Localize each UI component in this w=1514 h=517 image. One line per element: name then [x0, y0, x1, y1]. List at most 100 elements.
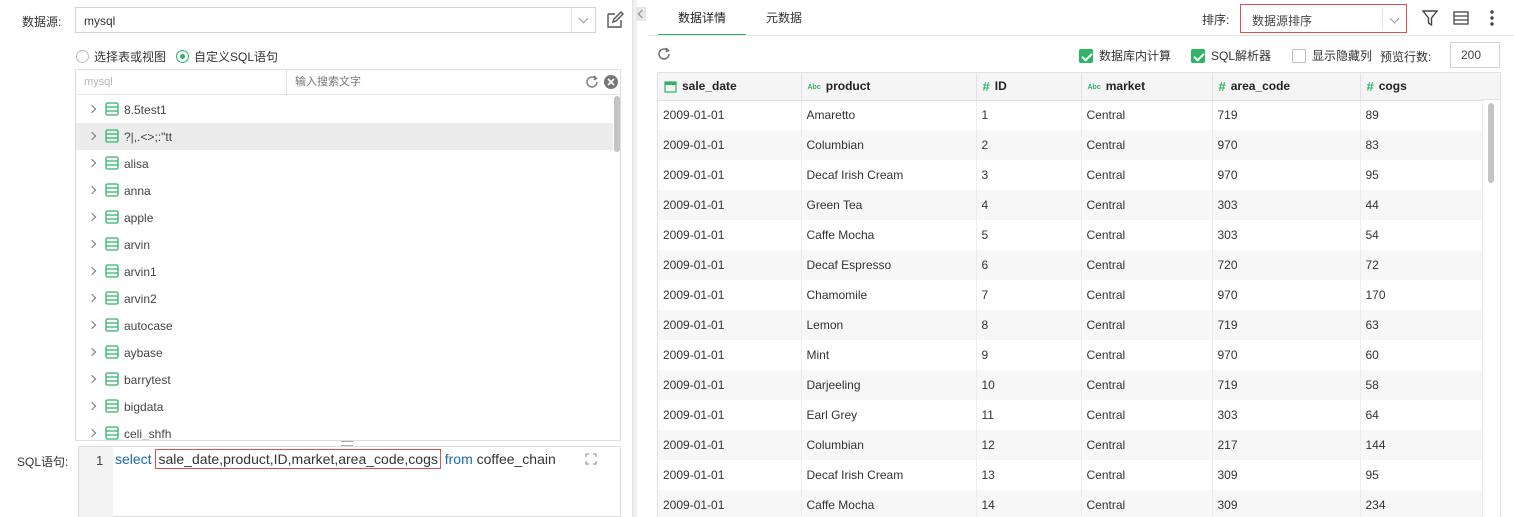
- fullscreen-icon[interactable]: [585, 453, 597, 465]
- cell-id[interactable]: 9: [976, 340, 1082, 370]
- chevron-right-icon[interactable]: [87, 212, 97, 222]
- cell-product[interactable]: Decaf Irish Cream: [801, 160, 977, 190]
- cell-product[interactable]: Decaf Espresso: [801, 250, 977, 280]
- cell-sale-date[interactable]: 2009-01-01: [658, 370, 802, 400]
- cell-cogs[interactable]: 44: [1360, 190, 1483, 220]
- grid-scrollbar[interactable]: [1488, 103, 1494, 183]
- chevron-right-icon[interactable]: [87, 428, 97, 438]
- cell-area-code[interactable]: 309: [1212, 490, 1361, 517]
- cell-sale-date[interactable]: 2009-01-01: [658, 340, 802, 370]
- tree-item[interactable]: arvin1: [76, 258, 613, 285]
- tree-item[interactable]: autocase: [76, 312, 613, 339]
- chevron-right-icon[interactable]: [87, 239, 97, 249]
- chevron-right-icon[interactable]: [87, 293, 97, 303]
- panel-divider[interactable]: [632, 0, 637, 517]
- column-header-cogs[interactable]: # cogs: [1360, 73, 1483, 101]
- refresh-data-icon[interactable]: [656, 46, 672, 62]
- chevron-right-icon[interactable]: [87, 266, 97, 276]
- cell-market[interactable]: Central: [1081, 160, 1213, 190]
- cell-sale-date[interactable]: 2009-01-01: [658, 460, 802, 490]
- table-row[interactable]: 2009-01-01 Caffe Mocha 5 Central 303 54: [658, 220, 1483, 250]
- cell-product[interactable]: Caffe Mocha: [801, 220, 977, 250]
- cell-area-code[interactable]: 217: [1212, 430, 1361, 460]
- cell-sale-date[interactable]: 2009-01-01: [658, 220, 802, 250]
- chevron-right-icon[interactable]: [87, 185, 97, 195]
- chevron-right-icon[interactable]: [87, 104, 97, 114]
- refresh-icon[interactable]: [584, 74, 600, 90]
- table-row[interactable]: 2009-01-01 Columbian 12 Central 217 144: [658, 430, 1483, 460]
- table-row[interactable]: 2009-01-01 Earl Grey 11 Central 303 64: [658, 400, 1483, 430]
- clear-icon[interactable]: [603, 74, 619, 90]
- cell-id[interactable]: 11: [976, 400, 1082, 430]
- cell-cogs[interactable]: 95: [1360, 460, 1483, 490]
- cell-sale-date[interactable]: 2009-01-01: [658, 190, 802, 220]
- tree-search-input[interactable]: [286, 70, 576, 94]
- tree-item[interactable]: celi_shfh: [76, 420, 613, 440]
- cell-product[interactable]: Caffe Mocha: [801, 490, 977, 517]
- filter-icon[interactable]: [1421, 9, 1439, 27]
- show-hidden-checkbox[interactable]: [1292, 48, 1306, 63]
- mode-radio-sql[interactable]: [176, 49, 190, 63]
- cell-cogs[interactable]: 58: [1360, 370, 1483, 400]
- cell-area-code[interactable]: 970: [1212, 160, 1361, 190]
- tree-item[interactable]: 8.5test1: [76, 96, 613, 123]
- table-row[interactable]: 2009-01-01 Mint 9 Central 970 60: [658, 340, 1483, 370]
- table-row[interactable]: 2009-01-01 Darjeeling 10 Central 719 58: [658, 370, 1483, 400]
- table-row[interactable]: 2009-01-01 Decaf Irish Cream 13 Central 309 9…: [658, 460, 1483, 490]
- cell-sale-date[interactable]: 2009-01-01: [658, 430, 802, 460]
- cell-market[interactable]: Central: [1081, 310, 1213, 340]
- table-row[interactable]: 2009-01-01 Columbian 2 Central 970 83: [658, 130, 1483, 160]
- tree-item[interactable]: alisa: [76, 150, 613, 177]
- cell-area-code[interactable]: 970: [1212, 130, 1361, 160]
- tree-item[interactable]: barrytest: [76, 366, 613, 393]
- cell-product[interactable]: Darjeeling: [801, 370, 977, 400]
- cell-product[interactable]: Green Tea: [801, 190, 977, 220]
- cell-id[interactable]: 7: [976, 280, 1082, 310]
- cell-id[interactable]: 12: [976, 430, 1082, 460]
- cell-cogs[interactable]: 89: [1360, 100, 1483, 130]
- datasource-select[interactable]: mysql: [75, 7, 596, 33]
- chevron-right-icon[interactable]: [87, 401, 97, 411]
- cell-area-code[interactable]: 719: [1212, 310, 1361, 340]
- more-icon[interactable]: [1484, 9, 1500, 27]
- cell-market[interactable]: Central: [1081, 430, 1213, 460]
- tree-item[interactable]: arvin2: [76, 285, 613, 312]
- cell-area-code[interactable]: 719: [1212, 370, 1361, 400]
- tab-data-detail[interactable]: 数据详情: [658, 0, 747, 36]
- cell-product[interactable]: Mint: [801, 340, 977, 370]
- cell-id[interactable]: 3: [976, 160, 1082, 190]
- cell-product[interactable]: Columbian: [801, 430, 977, 460]
- tree-item[interactable]: ?|,.<>;:"tt: [76, 123, 613, 150]
- sort-select[interactable]: 数据源排序: [1240, 4, 1407, 33]
- chevron-right-icon[interactable]: [87, 374, 97, 384]
- row-settings-icon[interactable]: [1452, 9, 1470, 27]
- cell-id[interactable]: 6: [976, 250, 1082, 280]
- chevron-right-icon[interactable]: [87, 347, 97, 357]
- table-row[interactable]: 2009-01-01 Caffe Mocha 14 Central 309 234: [658, 490, 1483, 517]
- table-row[interactable]: 2009-01-01 Decaf Espresso 6 Central 720 72: [658, 250, 1483, 280]
- cell-product[interactable]: Lemon: [801, 310, 977, 340]
- tree-item[interactable]: arvin: [76, 231, 613, 258]
- tree-item[interactable]: bigdata: [76, 393, 613, 420]
- column-header-product[interactable]: Abc product: [801, 73, 977, 101]
- table-row[interactable]: 2009-01-01 Green Tea 4 Central 303 44: [658, 190, 1483, 220]
- sql-parser-option[interactable]: SQL解析器: [1191, 47, 1271, 64]
- tree-item[interactable]: anna: [76, 177, 613, 204]
- chevron-right-icon[interactable]: [87, 320, 97, 330]
- cell-market[interactable]: Central: [1081, 280, 1213, 310]
- cell-product[interactable]: Decaf Irish Cream: [801, 460, 977, 490]
- cell-sale-date[interactable]: 2009-01-01: [658, 490, 802, 517]
- cell-sale-date[interactable]: 2009-01-01: [658, 130, 802, 160]
- cell-cogs[interactable]: 83: [1360, 130, 1483, 160]
- cell-id[interactable]: 13: [976, 460, 1082, 490]
- cell-area-code[interactable]: 309: [1212, 460, 1361, 490]
- show-hidden-option[interactable]: 显示隐藏列: [1292, 47, 1372, 64]
- cell-sale-date[interactable]: 2009-01-01: [658, 250, 802, 280]
- cell-area-code[interactable]: 720: [1212, 250, 1361, 280]
- tree-item[interactable]: aybase: [76, 339, 613, 366]
- cell-market[interactable]: Central: [1081, 400, 1213, 430]
- table-row[interactable]: 2009-01-01 Amaretto 1 Central 719 89: [658, 100, 1483, 130]
- tree-scrollbar[interactable]: [614, 96, 620, 152]
- cell-id[interactable]: 5: [976, 220, 1082, 250]
- column-header-area-code[interactable]: # area_code: [1212, 73, 1361, 101]
